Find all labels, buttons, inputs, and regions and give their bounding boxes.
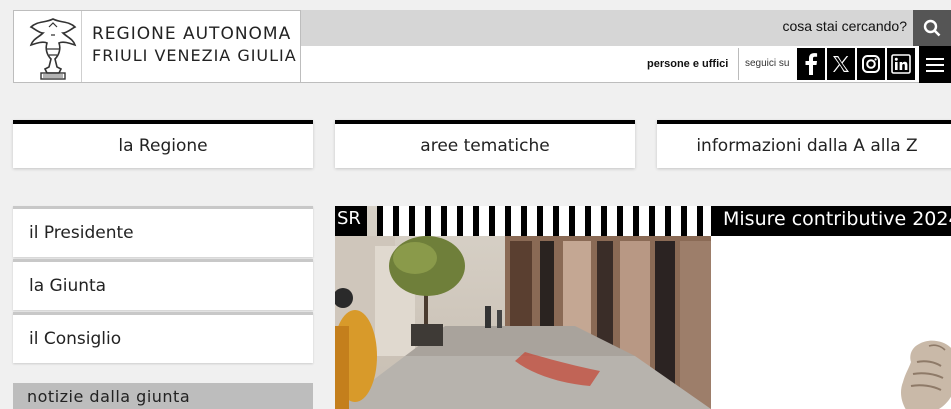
x-button[interactable] [827, 48, 855, 80]
hand-illustration-icon [901, 340, 951, 409]
stripe-decoration [377, 206, 711, 236]
search-icon [923, 19, 941, 37]
news-section-title: notizie dalla giunta [13, 383, 313, 409]
linkedin-icon [891, 54, 911, 74]
linkedin-button[interactable] [887, 48, 915, 80]
search-button[interactable] [913, 10, 951, 46]
logo-divider [81, 11, 82, 82]
sidebar-item-giunta[interactable]: la Giunta [13, 259, 313, 310]
site-header: REGIONE AUTONOMA FRIULI VENEZIA GIULIA c… [0, 0, 951, 84]
sidebar-item-presidente[interactable]: il Presidente [13, 206, 313, 257]
seguici-label: seguici su [745, 58, 790, 69]
banner-right-panel [711, 206, 951, 409]
instagram-button[interactable] [857, 48, 885, 80]
hero-banner[interactable]: SR Misure contributive 2024 [335, 206, 951, 409]
nav-aree-tematiche[interactable]: aree tematiche [335, 120, 635, 168]
search-prompt[interactable]: cosa stai cercando? [782, 18, 907, 34]
sidebar-item-consiglio[interactable]: il Consiglio [13, 312, 313, 363]
x-icon [833, 56, 849, 72]
social-bar: persone e uffici seguici su [301, 46, 951, 83]
divider [738, 48, 739, 80]
eagle-emblem-icon [29, 18, 77, 80]
hamburger-menu-icon [926, 57, 944, 72]
nav-informazioni-a-z[interactable]: informazioni dalla A alla Z [657, 120, 951, 168]
menu-button[interactable] [919, 46, 951, 83]
banner-title: Misure contributive 2024 [711, 206, 951, 236]
instagram-icon [862, 55, 880, 73]
persone-uffici-link[interactable]: persone e uffici [647, 58, 728, 70]
logo-line-2: FRIULI VENEZIA GIULIA [92, 46, 297, 65]
facebook-icon [805, 53, 818, 75]
search-bar[interactable]: cosa stai cercando? [301, 10, 951, 46]
nav-la-regione[interactable]: la Regione [13, 120, 313, 168]
facebook-button[interactable] [797, 48, 825, 80]
street-photo: SR [335, 206, 711, 409]
logo-line-1: REGIONE AUTONOMA [92, 24, 292, 44]
banner-left-label: SR [335, 206, 367, 236]
site-logo[interactable]: REGIONE AUTONOMA FRIULI VENEZIA GIULIA [13, 10, 301, 83]
logo-text: REGIONE AUTONOMA FRIULI VENEZIA GIULIA [92, 23, 297, 67]
